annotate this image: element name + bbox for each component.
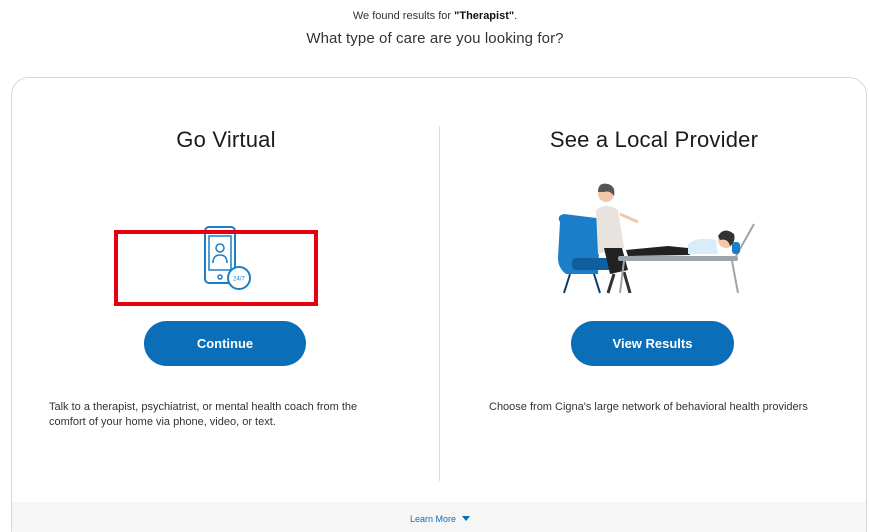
learn-more-label: Learn More (409, 514, 457, 524)
go-virtual-description: Talk to a therapist, psychiatrist, or me… (49, 401, 358, 428)
search-query: "Therapist" (454, 10, 515, 22)
intro-prefix: We found results for (352, 10, 455, 22)
local-provider-description: Choose from Cigna's large network of beh… (489, 401, 808, 413)
therapy-session-illustration (558, 183, 755, 294)
search-results-intro: We found results for "Therapist". (0, 10, 870, 22)
view-results-button[interactable]: View Results (571, 321, 734, 366)
learn-more-link[interactable]: Learn More (12, 514, 866, 524)
continue-button[interactable]: Continue (144, 321, 306, 366)
intro-suffix: . (514, 10, 518, 22)
go-virtual-title: Go Virtual (176, 127, 276, 152)
card-footer: Learn More (12, 502, 866, 532)
caret-down-icon (462, 516, 471, 521)
continue-highlight-box (114, 230, 318, 306)
column-divider (439, 126, 440, 481)
local-provider-title: See a Local Provider (549, 127, 759, 152)
care-type-question: What type of care are you looking for? (306, 30, 564, 47)
